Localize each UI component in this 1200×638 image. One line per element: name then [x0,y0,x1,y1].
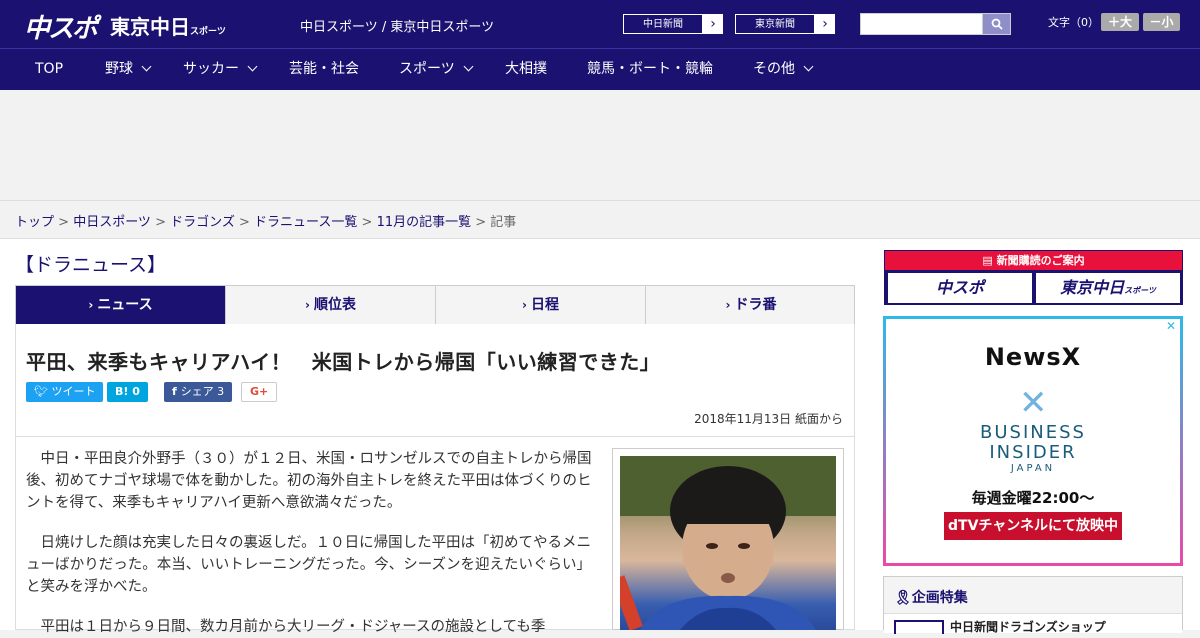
breadcrumb-top[interactable]: トップ [15,215,54,230]
site-logo-tokyo[interactable]: 東京中日スポーツ [110,11,226,40]
facebook-share-button[interactable]: f シェア 3 [164,382,233,402]
subscribe-banner: ▤ 新聞購読のご案内 中スポ 東京中日スポーツ [884,250,1183,305]
search-button[interactable] [982,13,1011,35]
article-photo[interactable] [620,456,836,630]
article-date: 2018年11月13日 紙面から [694,412,843,426]
chunichi-shimbun-link[interactable]: 中日新聞 › [622,13,724,35]
chevron-right-icon: › [725,298,731,312]
ad-cta-button[interactable]: dTVチャンネルにて放映中 [944,512,1122,540]
article-paragraph: 中日・平田良介外野手（３０）が１２日、米国・ロサンゼルスでの自主トレから帰国後、… [26,451,592,511]
breadcrumb: トップ > 中日スポーツ > ドラゴンズ > ドラニュース一覧 > 11月の記事… [15,215,517,230]
site-logo[interactable]: 中スポ [24,8,98,45]
feature-title: 🎗︎企画特集 [894,590,968,606]
tokyo-shimbun-link[interactable]: 東京新聞 › [734,13,836,35]
tab-news[interactable]: › ニュース [16,286,226,324]
ad-schedule: 毎週金曜22:00〜 [971,489,1095,507]
ad-banner-area [0,90,1200,201]
twitter-icon: 🐦︎ [34,385,52,398]
font-larger-button[interactable]: ＋大 [1101,13,1139,31]
subscribe-title: ▤ 新聞購読のご案内 [885,251,1182,270]
sidebar-ad[interactable]: ✕ NewsX ✕ BUSINESS INSIDER JAPAN 毎週金曜22:0… [883,316,1183,566]
nav-item-entertainment[interactable]: 芸能・社会 [289,49,359,90]
ad-partner-sub: JAPAN [1010,463,1056,474]
subscribe-chuspo-button[interactable]: 中スポ [888,273,1032,303]
font-smaller-button[interactable]: －小 [1143,13,1180,31]
hatena-bookmark-button[interactable]: B! 0 [107,382,148,402]
ad-brand: NewsX [984,343,1082,371]
nav-item-other[interactable]: その他 [753,49,814,90]
nav-item-soccer[interactable]: サッカー [183,49,258,90]
top-bar: 中スポ 東京中日スポーツ 中日スポーツ / 東京中日スポーツ 中日新聞 › 東京… [0,0,1200,48]
x-mark-icon: ✕ [1019,383,1048,423]
player-photo-illustration [620,456,836,630]
news-tabs: › ニュース › 順位表 › 日程 › ドラ番 [15,285,855,325]
nav-item-top[interactable]: TOP [35,49,63,90]
google-plus-button[interactable]: G+ [241,382,278,402]
breadcrumb-current: 記事 [490,215,517,230]
nav-item-baseball[interactable]: 野球 [105,49,152,90]
tab-dora-ban[interactable]: › ドラ番 [646,286,856,324]
newspaper-icon: ▤ [982,254,997,267]
section-title: 【ドラニュース】 [15,254,167,276]
breadcrumb-chunichi-sports[interactable]: 中日スポーツ [73,215,151,230]
chevron-right-icon: › [305,298,310,312]
ribbon-icon: 🎗︎ [894,590,912,606]
chevron-down-icon [141,61,152,72]
ad-partner: BUSINESS INSIDER [980,422,1086,463]
nav-item-sumo[interactable]: 大相撲 [505,49,547,90]
tab-schedule[interactable]: › 日程 [436,286,646,324]
nav-item-racing[interactable]: 競馬・ボート・競輪 [587,49,713,90]
article-paragraph: 平田は１日から９日間、数カ月前から大リーグ・ドジャースの施設としても季 [40,619,546,635]
chevron-right-icon: › [710,16,716,32]
feature-thumbnail[interactable] [894,620,944,634]
site-title[interactable]: 中日スポーツ / 東京中日スポーツ [300,16,494,35]
chevron-right-icon: › [522,298,527,312]
chevron-down-icon [803,61,814,72]
article-paragraph: 日焼けした顔は充実した日々の裏返しだ。１０日に帰国した平田は「初めてやるメニュー… [26,535,592,595]
search-input[interactable] [860,13,984,35]
chevron-right-icon: › [822,16,828,32]
breadcrumb-november-list[interactable]: 11月の記事一覧 [377,215,472,230]
feature-item-dragons-shop[interactable]: 中日新聞ドラゴンズショップ [950,618,1106,635]
tab-standings[interactable]: › 順位表 [226,286,436,324]
close-icon[interactable]: ✕ [1164,319,1178,333]
feature-box: 🎗︎企画特集 中日新聞ドラゴンズショップ [883,576,1183,635]
article-headline: 平田、来季もキャリアハイ！ 米国トレから帰国「いい練習できた」 [26,350,661,374]
chevron-right-icon: › [88,298,94,312]
feature-list: 中日新聞ドラゴンズショップ [884,613,1182,635]
tweet-button[interactable]: 🐦︎ ツイート [26,382,104,402]
facebook-icon: f [172,385,181,398]
main-nav: TOP 野球 サッカー 芸能・社会 スポーツ 大相撲 競馬・ボート・競輪 その他 [0,48,1200,90]
breadcrumb-dora-news-list[interactable]: ドラニュース一覧 [254,215,357,230]
font-size-label: 文字（0） [1048,16,1099,29]
breadcrumb-dragons[interactable]: ドラゴンズ [170,215,235,230]
chevron-down-icon [247,61,258,72]
chevron-down-icon [463,61,474,72]
nav-item-sports[interactable]: スポーツ [399,49,474,90]
search-icon [991,18,1003,30]
subscribe-tokyo-chunichi-button[interactable]: 東京中日スポーツ [1036,273,1180,303]
